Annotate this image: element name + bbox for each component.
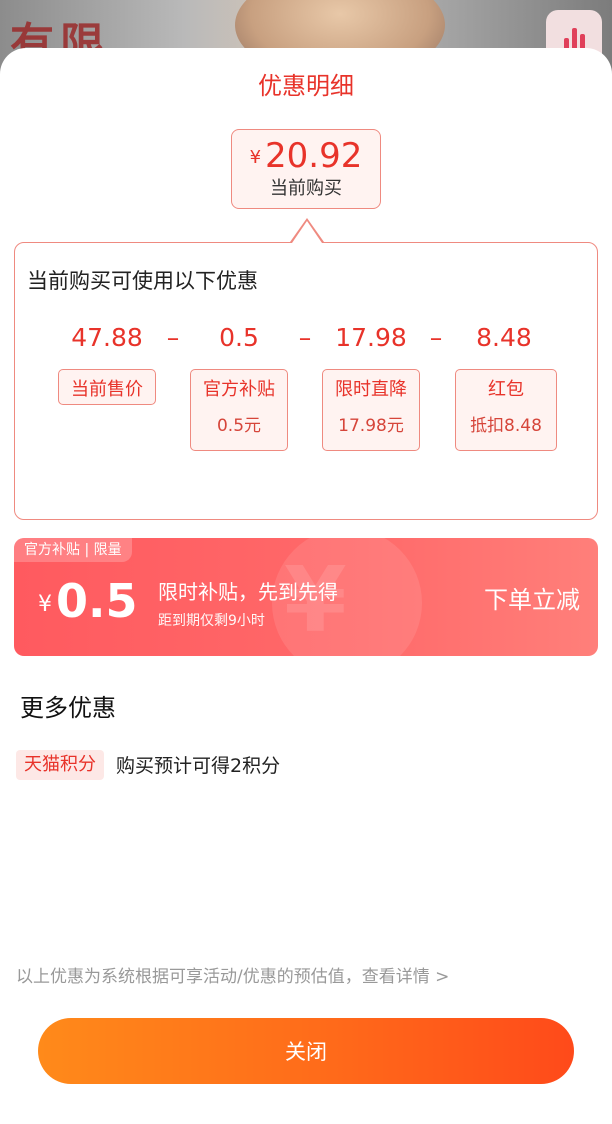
- official-subsidy-value: 0.5: [219, 323, 259, 352]
- breakdown-heading: 当前购买可使用以下优惠: [27, 269, 258, 293]
- more-discounts-title: 更多优惠: [20, 694, 116, 722]
- tag-amount: 0.5元: [216, 416, 262, 436]
- price-number: 20.92: [265, 136, 363, 176]
- subsidy-headline: 限时补贴，先到先得: [158, 580, 338, 604]
- tag-label: 官方补贴: [203, 379, 275, 400]
- list-price-value: 47.88: [71, 323, 143, 352]
- tmall-points-tag: 天猫积分: [16, 750, 104, 780]
- minus-operator: –: [429, 323, 443, 352]
- tag-amount: 抵扣8.48: [470, 416, 542, 436]
- current-price-label: 当前购买: [270, 178, 342, 199]
- currency-symbol: ¥: [38, 592, 52, 617]
- bar-chart-icon: [563, 26, 585, 50]
- discount-breakdown-card: 当前购买可使用以下优惠 47.88 – 0.5 – 17.98 – 8.48 当…: [14, 242, 598, 520]
- subsidy-number: 0.5: [56, 574, 138, 628]
- subsidy-amount: ¥0.5: [38, 574, 138, 628]
- official-subsidy-banner[interactable]: ¥ 官方补贴 | 限量 ¥0.5 限时补贴，先到先得 距到期仅剩9小时 下单立减: [14, 538, 598, 656]
- subsidy-countdown: 距到期仅剩9小时: [158, 613, 265, 629]
- subsidy-badge: 官方补贴 | 限量: [14, 538, 132, 562]
- tmall-points-desc: 购买预计可得2积分: [116, 755, 281, 777]
- flash-discount-tag: 限时直降 17.98元: [322, 369, 420, 451]
- tag-label: 当前售价: [71, 379, 143, 400]
- red-packet-tag: 红包 抵扣8.48: [455, 369, 557, 451]
- tag-label: 红包: [488, 379, 524, 400]
- list-price-tag: 当前售价: [58, 369, 156, 405]
- current-price-value: ¥20.92: [232, 136, 380, 176]
- order-discount-cta[interactable]: 下单立减: [484, 580, 580, 615]
- close-button[interactable]: 关闭: [38, 1018, 574, 1084]
- currency-symbol: ¥: [249, 147, 262, 168]
- callout-arrow-fill: [292, 221, 322, 243]
- view-details-link[interactable]: 以上优惠为系统根据可享活动/优惠的预估值，查看详情 >: [16, 962, 449, 987]
- discount-detail-sheet: 优惠明细 ¥20.92 当前购买 当前购买可使用以下优惠 47.88 – 0.5…: [0, 48, 612, 1124]
- flash-discount-value: 17.98: [335, 323, 407, 352]
- current-price-box: ¥20.92 当前购买: [231, 129, 381, 209]
- tag-amount: 17.98元: [338, 416, 404, 436]
- official-subsidy-tag: 官方补贴 0.5元: [190, 369, 288, 451]
- red-packet-value: 8.48: [476, 323, 532, 352]
- tag-label: 限时直降: [335, 379, 407, 400]
- sheet-title: 优惠明细: [258, 72, 354, 100]
